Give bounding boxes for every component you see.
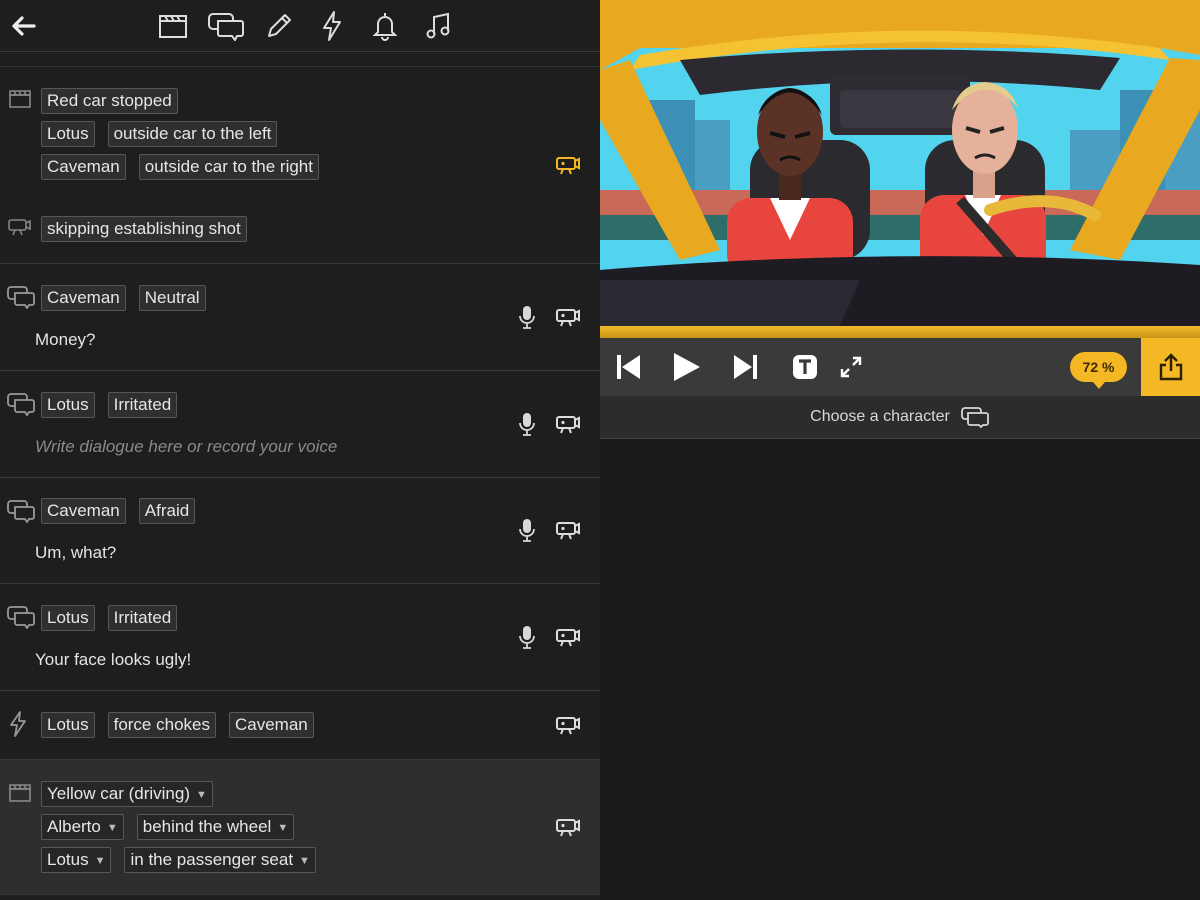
skip-forward-icon[interactable] xyxy=(728,350,762,384)
camera-icon[interactable] xyxy=(555,414,581,434)
character-dropdown[interactable]: Lotus ▼ xyxy=(41,847,112,873)
share-icon xyxy=(1159,353,1182,381)
dialogue-block[interactable]: Caveman Neutral Money? xyxy=(0,264,600,371)
camera-icon[interactable] xyxy=(555,307,581,327)
dialogue-text[interactable]: Money? xyxy=(35,330,95,350)
dialogue-placeholder[interactable]: Write dialogue here or record your voice xyxy=(35,437,337,457)
clapperboard-icon xyxy=(6,783,36,807)
position-value: behind the wheel xyxy=(142,817,272,836)
lightning-icon xyxy=(6,711,36,737)
action-verb-chip[interactable]: force chokes xyxy=(107,712,216,738)
dialogue-icon xyxy=(960,407,989,428)
player-controls: 72 % xyxy=(600,338,1200,396)
share-button[interactable] xyxy=(1141,338,1200,396)
position-value: in the passenger seat xyxy=(130,850,294,869)
emotion-chip[interactable]: Afraid xyxy=(138,498,196,524)
dialogue-icon[interactable] xyxy=(199,8,252,44)
action-block[interactable]: Lotus force chokes Caveman xyxy=(0,691,600,760)
scene-location-dropdown[interactable]: Yellow car (driving) ▼ xyxy=(41,781,213,807)
character-value: Alberto xyxy=(47,817,101,836)
video-preview[interactable] xyxy=(600,0,1200,326)
character-chip[interactable]: Lotus xyxy=(41,121,95,147)
choose-character-label: Choose a character xyxy=(810,408,950,425)
dialogue-icon xyxy=(6,392,36,417)
actor-chip[interactable]: Lotus xyxy=(41,712,95,738)
music-icon[interactable] xyxy=(411,8,464,44)
clapperboard-icon[interactable] xyxy=(146,8,199,44)
dialogue-icon xyxy=(6,499,36,524)
position-chip[interactable]: outside car to the left xyxy=(107,121,278,147)
skip-back-icon[interactable] xyxy=(612,350,646,384)
microphone-icon[interactable] xyxy=(516,624,538,650)
scene-location-chip[interactable]: Red car stopped xyxy=(41,88,178,114)
character-chip[interactable]: Lotus xyxy=(41,392,95,418)
dialogue-icon xyxy=(6,605,36,630)
dialogue-block[interactable]: Caveman Afraid Um, what? xyxy=(0,478,600,584)
microphone-icon[interactable] xyxy=(516,411,538,437)
character-value: Lotus xyxy=(47,850,89,869)
scene-block-1[interactable]: Red car stopped Lotus outside car to the… xyxy=(0,67,600,264)
dialogue-icon xyxy=(6,285,36,310)
choose-character-bar[interactable]: Choose a character xyxy=(600,396,1200,439)
play-icon[interactable] xyxy=(669,350,703,384)
position-dropdown[interactable]: in the passenger seat ▼ xyxy=(124,847,316,873)
dialogue-block[interactable]: Lotus Irritated Write dialogue here or r… xyxy=(0,371,600,478)
bell-icon[interactable] xyxy=(358,8,411,44)
camera-icon[interactable] xyxy=(555,715,581,735)
lightning-icon[interactable] xyxy=(305,8,358,44)
dropdown-caret-icon: ▼ xyxy=(106,822,118,834)
video-bottom-band xyxy=(600,326,1200,338)
emotion-chip[interactable]: Irritated xyxy=(107,392,178,418)
preview-panel: 72 % Choose a character xyxy=(600,0,1200,900)
microphone-icon[interactable] xyxy=(516,517,538,543)
camera-icon[interactable] xyxy=(555,155,581,175)
position-dropdown[interactable]: behind the wheel ▼ xyxy=(136,814,295,840)
back-arrow-icon[interactable] xyxy=(10,12,38,40)
fullscreen-icon[interactable] xyxy=(834,350,868,384)
script-panel: Red car stopped Lotus outside car to the… xyxy=(0,0,600,900)
scene-location-value: Yellow car (driving) xyxy=(47,784,190,803)
zoom-badge[interactable]: 72 % xyxy=(1070,352,1127,389)
character-chip[interactable]: Lotus xyxy=(41,605,95,631)
pencil-icon[interactable] xyxy=(252,8,305,44)
dialogue-text[interactable]: Um, what? xyxy=(35,543,116,563)
microphone-icon[interactable] xyxy=(516,304,538,330)
character-chip[interactable]: Caveman xyxy=(41,498,126,524)
camera-icon[interactable] xyxy=(555,817,581,837)
position-chip[interactable]: outside car to the right xyxy=(138,154,319,180)
dropdown-caret-icon: ▼ xyxy=(299,855,310,867)
dropdown-caret-icon: ▼ xyxy=(195,789,207,801)
dialogue-block[interactable]: Lotus Irritated Your face looks ugly! xyxy=(0,584,600,691)
character-chip[interactable]: Caveman xyxy=(41,285,126,311)
emotion-chip[interactable]: Neutral xyxy=(138,285,206,311)
camera-icon xyxy=(6,217,36,241)
dropdown-caret-icon: ▼ xyxy=(94,855,106,867)
target-chip[interactable]: Caveman xyxy=(228,712,314,738)
scene-block-2[interactable]: Yellow car (driving) ▼ Alberto ▼ behind th… xyxy=(0,760,600,895)
camera-note-chip[interactable]: skipping establishing shot xyxy=(41,216,247,242)
camera-icon[interactable] xyxy=(555,627,581,647)
text-toggle-icon[interactable] xyxy=(788,350,822,384)
camera-icon[interactable] xyxy=(555,520,581,540)
character-chip[interactable]: Caveman xyxy=(41,154,126,180)
character-dropdown[interactable]: Alberto ▼ xyxy=(41,814,124,840)
dropdown-caret-icon: ▼ xyxy=(277,822,289,834)
dialogue-text[interactable]: Your face looks ugly! xyxy=(35,650,191,670)
clapperboard-icon xyxy=(6,89,36,113)
emotion-chip[interactable]: Irritated xyxy=(107,605,178,631)
script-toolbar xyxy=(0,0,600,52)
